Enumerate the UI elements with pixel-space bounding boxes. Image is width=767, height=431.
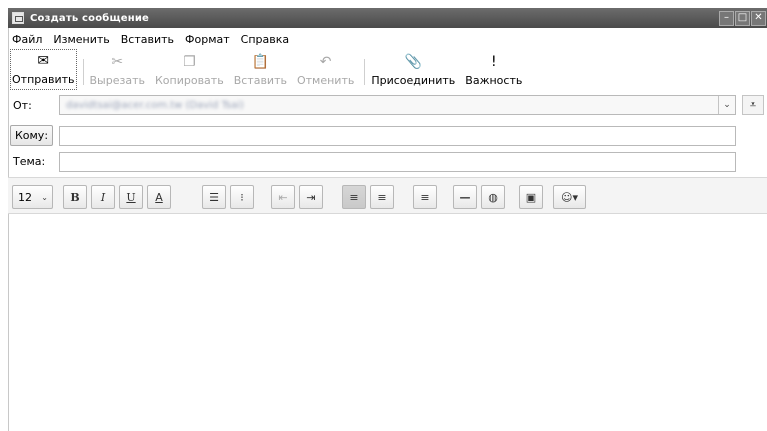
outdent-icon: ⇤ — [278, 190, 288, 204]
menu-file[interactable]: Файл — [12, 33, 42, 46]
compose-window-icon — [12, 12, 24, 24]
horizontal-rule-button[interactable]: — — [453, 185, 477, 209]
copy-icon: ❐ — [183, 54, 196, 70]
horizontal-rule-icon: — — [459, 190, 471, 204]
increase-indent-button[interactable]: ⇥ — [299, 185, 323, 209]
menu-edit[interactable]: Изменить — [53, 33, 109, 46]
menu-insert[interactable]: Вставить — [121, 33, 174, 46]
font-color-button[interactable]: A — [147, 185, 171, 209]
message-body-editor[interactable] — [8, 214, 767, 431]
underline-label: U — [126, 190, 136, 204]
globe-link-icon: ◍ — [488, 190, 498, 204]
undo-label: Отменить — [296, 74, 355, 87]
numbered-list-button[interactable]: ☰ — [202, 185, 226, 209]
align-center-icon: ≡ — [377, 190, 387, 204]
window-titlebar[interactable]: Создать сообщение – □ ✕ — [8, 8, 767, 28]
attach-button[interactable]: 📎 Присоединить — [371, 53, 455, 92]
align-left-button[interactable]: ≡ — [342, 185, 366, 209]
insert-smiley-button[interactable]: ☺▾ — [553, 185, 586, 209]
align-right-button[interactable]: ≡ — [413, 185, 437, 209]
font-size-select[interactable]: 12 ⌄ — [12, 185, 53, 209]
align-right-icon: ≡ — [420, 190, 430, 204]
minimize-button[interactable]: – — [719, 10, 734, 26]
bold-button[interactable]: B — [63, 185, 87, 209]
toolbar-separator — [82, 59, 84, 85]
bullet-list-icon: ⁝ — [240, 190, 244, 204]
priority-label: Важность — [465, 74, 523, 87]
image-icon: ▣ — [525, 190, 537, 204]
undo-icon: ↶ — [319, 54, 332, 70]
send-envelope-icon: ✉ — [37, 53, 50, 69]
format-toolbar: 12 ⌄ B I U A ☰ ⁝ ⇤ ⇥ ≡ ≡ ≡ — ◍ ▣ ☺▾ — [8, 177, 767, 214]
menu-help[interactable]: Справка — [241, 33, 289, 46]
copy-label: Копировать — [154, 74, 224, 87]
copy-button[interactable]: ❐ Копировать — [155, 53, 224, 92]
chevron-down-icon[interactable]: ⌄ — [718, 96, 735, 114]
cut-label: Вырезать — [89, 74, 145, 87]
subject-input[interactable] — [59, 152, 736, 172]
align-left-icon: ≡ — [349, 190, 359, 204]
cut-button[interactable]: ✂ Вырезать — [90, 53, 145, 92]
chevron-down-icon: ⌄ — [41, 192, 48, 202]
font-size-value: 12 — [18, 190, 32, 204]
menu-format[interactable]: Формат — [185, 33, 230, 46]
bold-label: B — [70, 190, 80, 204]
priority-button[interactable]: ! Важность — [465, 53, 522, 92]
underline-button[interactable]: U — [119, 185, 143, 209]
exclamation-icon: ! — [491, 54, 497, 70]
font-color-label: A — [155, 190, 163, 204]
italic-button[interactable]: I — [91, 185, 115, 209]
from-value: davidtsai@acer.com.tw (David Tsai) — [66, 99, 244, 111]
from-label: От: — [13, 99, 32, 112]
toolbar-separator — [364, 59, 366, 85]
to-input[interactable] — [59, 126, 736, 146]
from-select[interactable]: davidtsai@acer.com.tw (David Tsai) ⌄ — [59, 95, 736, 115]
paste-label: Вставить — [233, 74, 287, 87]
close-button[interactable]: ✕ — [751, 10, 766, 26]
paperclip-icon: 📎 — [404, 54, 423, 70]
insert-link-button[interactable]: ◍ — [481, 185, 505, 209]
indent-icon: ⇥ — [306, 190, 316, 204]
paste-button[interactable]: 📋 Вставить — [234, 53, 287, 92]
smiley-icon: ☺▾ — [561, 190, 578, 204]
scissors-icon: ✂ — [111, 54, 124, 70]
insert-image-button[interactable]: ▣ — [519, 185, 543, 209]
main-toolbar: ✉ Отправить ✂ Вырезать ❐ Копировать 📋 Вс… — [8, 49, 767, 92]
bullet-list-button[interactable]: ⁝ — [230, 185, 254, 209]
send-label: Отправить — [12, 73, 75, 86]
window-title: Создать сообщение — [30, 12, 150, 24]
numbered-list-icon: ☰ — [209, 190, 219, 204]
align-center-button[interactable]: ≡ — [370, 185, 394, 209]
chevron-down-bar-icon: ⩡ — [749, 98, 757, 111]
expand-headers-button[interactable]: ⩡ — [742, 95, 764, 115]
to-button-label: Кому: — [14, 129, 49, 142]
attach-label: Присоединить — [371, 74, 456, 87]
undo-button[interactable]: ↶ Отменить — [297, 53, 354, 92]
maximize-button[interactable]: □ — [735, 10, 750, 26]
paste-icon: 📋 — [251, 54, 270, 70]
to-button[interactable]: Кому: — [10, 125, 53, 146]
window-controls: – □ ✕ — [719, 10, 766, 26]
subject-label: Тема: — [13, 155, 46, 168]
decrease-indent-button[interactable]: ⇤ — [271, 185, 295, 209]
italic-label: I — [100, 190, 106, 204]
send-button[interactable]: ✉ Отправить — [10, 49, 77, 90]
menu-bar: Файл Изменить Вставить Формат Справка — [8, 30, 767, 48]
